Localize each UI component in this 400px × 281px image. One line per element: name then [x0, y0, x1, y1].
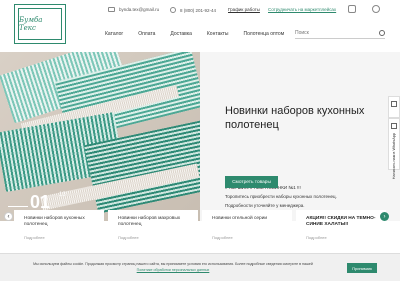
side-tab-label: Написать нам в WhatsApp [392, 133, 396, 180]
prev-arrow-icon[interactable]: ‹ [4, 212, 13, 221]
hero-title: Новинки наборов кухонных полотенец [225, 105, 365, 131]
schedule-link[interactable]: График работы [228, 7, 260, 12]
slide-progress-line [8, 206, 28, 207]
cookie-text: Мы используем файлы cookie. Продолжая пр… [28, 261, 318, 273]
card-more-link[interactable]: Подробнее [212, 235, 233, 240]
side-tab-whatsapp[interactable]: Написать нам в WhatsApp [388, 118, 400, 179]
news-card[interactable]: АКЦИЯ!! СКИДКИ НА ТЕМНО-СИНИЕ ХАЛАТЫ!! П… [296, 210, 386, 248]
search-input[interactable] [295, 30, 365, 36]
search-box [295, 28, 385, 39]
card-title: Новинки отельной серии [212, 216, 268, 221]
accept-cookies-button[interactable]: Принимаю [347, 263, 377, 273]
slide-total: 13 [59, 192, 66, 198]
nav-item-contacts[interactable]: Контакты [207, 31, 229, 37]
next-arrow-icon[interactable]: › [380, 212, 389, 221]
nav-item-catalog[interactable]: Каталог [105, 31, 123, 37]
user-icon[interactable] [372, 5, 380, 13]
card-more-link[interactable]: Подробнее [24, 235, 45, 240]
card-title: Новинки наборов кухонных полотенец [24, 216, 85, 227]
hero-text-line: Торопитесь приобрести наборы кухонных по… [225, 194, 337, 199]
cookie-message: Мы используем файлы cookie. Продолжая пр… [33, 262, 313, 266]
privacy-policy-link[interactable]: Политике обработки персональных данных [137, 268, 210, 272]
mail-icon [108, 7, 115, 12]
phone-text: 8 (800) 201-92-44 [180, 7, 217, 13]
partner-link[interactable]: Сотрудничать на маркетплейсах [268, 7, 336, 12]
brand-logo[interactable]: Бумба Текс [14, 4, 66, 44]
logo-frame: Бумба Текс [18, 8, 62, 40]
news-cards: Новинки наборов кухонных полотенец Подро… [14, 210, 390, 250]
card-title: АКЦИЯ!! СКИДКИ НА ТЕМНО-СИНИЕ ХАЛАТЫ!! [306, 216, 376, 227]
cookie-banner: Мы используем файлы cookie. Продолжая пр… [0, 253, 400, 281]
email-text: bynda.tex@gmail.ru [119, 7, 160, 12]
main-nav: Каталог Оплата Доставка Контакты Полотен… [105, 31, 299, 37]
nav-item-delivery[interactable]: Доставка [170, 31, 191, 37]
news-card[interactable]: Новинки наборов кухонных полотенец Подро… [14, 210, 104, 248]
site-header: Бумба Текс bynda.tex@gmail.ru 8 (800) 20… [0, 0, 400, 52]
cart-icon[interactable] [348, 5, 356, 13]
header-icons [348, 5, 380, 13]
nav-item-wholesale[interactable]: Полотенца оптом [243, 31, 284, 37]
side-tab-callback[interactable] [388, 96, 400, 118]
hero-image: 01 13 [0, 52, 200, 221]
email-contact[interactable]: bynda.tex@gmail.ru [108, 7, 159, 12]
news-card[interactable]: Новинки наборов махровых полотенец Подро… [108, 210, 198, 248]
card-more-link[interactable]: Подробнее [306, 235, 327, 240]
phone-icon [391, 101, 397, 107]
card-title: Новинки наборов махровых полотенец [118, 216, 181, 227]
nav-item-payment[interactable]: Оплата [138, 31, 155, 37]
hero-slider: 01 13 Новинки наборов кухонных полотенец… [0, 52, 400, 221]
view-products-button[interactable]: Смотреть товары [225, 176, 278, 188]
news-card[interactable]: Новинки отельной серии Подробнее [202, 210, 292, 248]
card-more-link[interactable]: Подробнее [118, 235, 139, 240]
phone-contact[interactable]: 8 (800) 201-92-44 [170, 7, 216, 13]
chat-icon [391, 123, 397, 129]
logo-text: Бумба Текс [19, 16, 43, 32]
search-icon[interactable] [379, 30, 385, 36]
hero-text-line: Подробности уточняйте у менеджера. [225, 203, 305, 208]
phone-icon [170, 7, 176, 13]
